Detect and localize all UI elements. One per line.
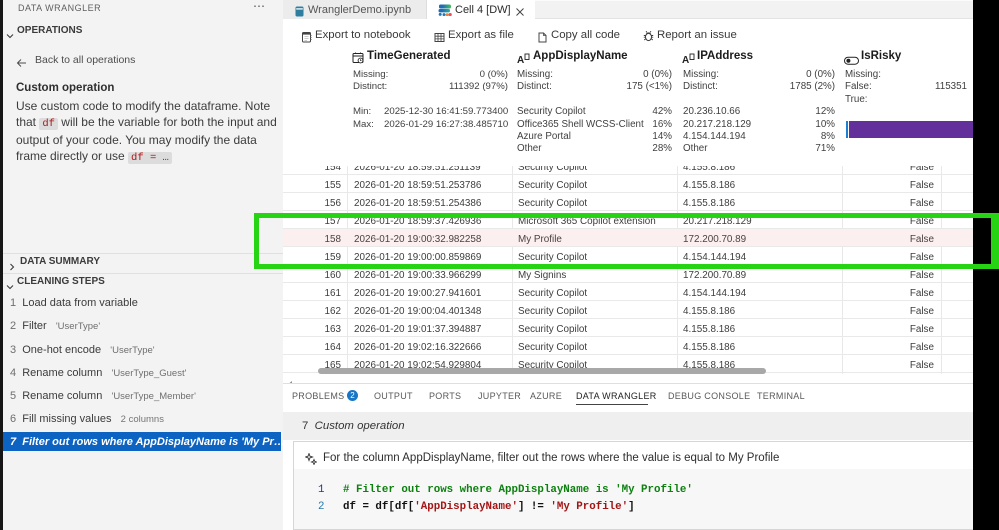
svg-text:A: A [517,55,524,64]
svg-text:A: A [682,55,689,64]
